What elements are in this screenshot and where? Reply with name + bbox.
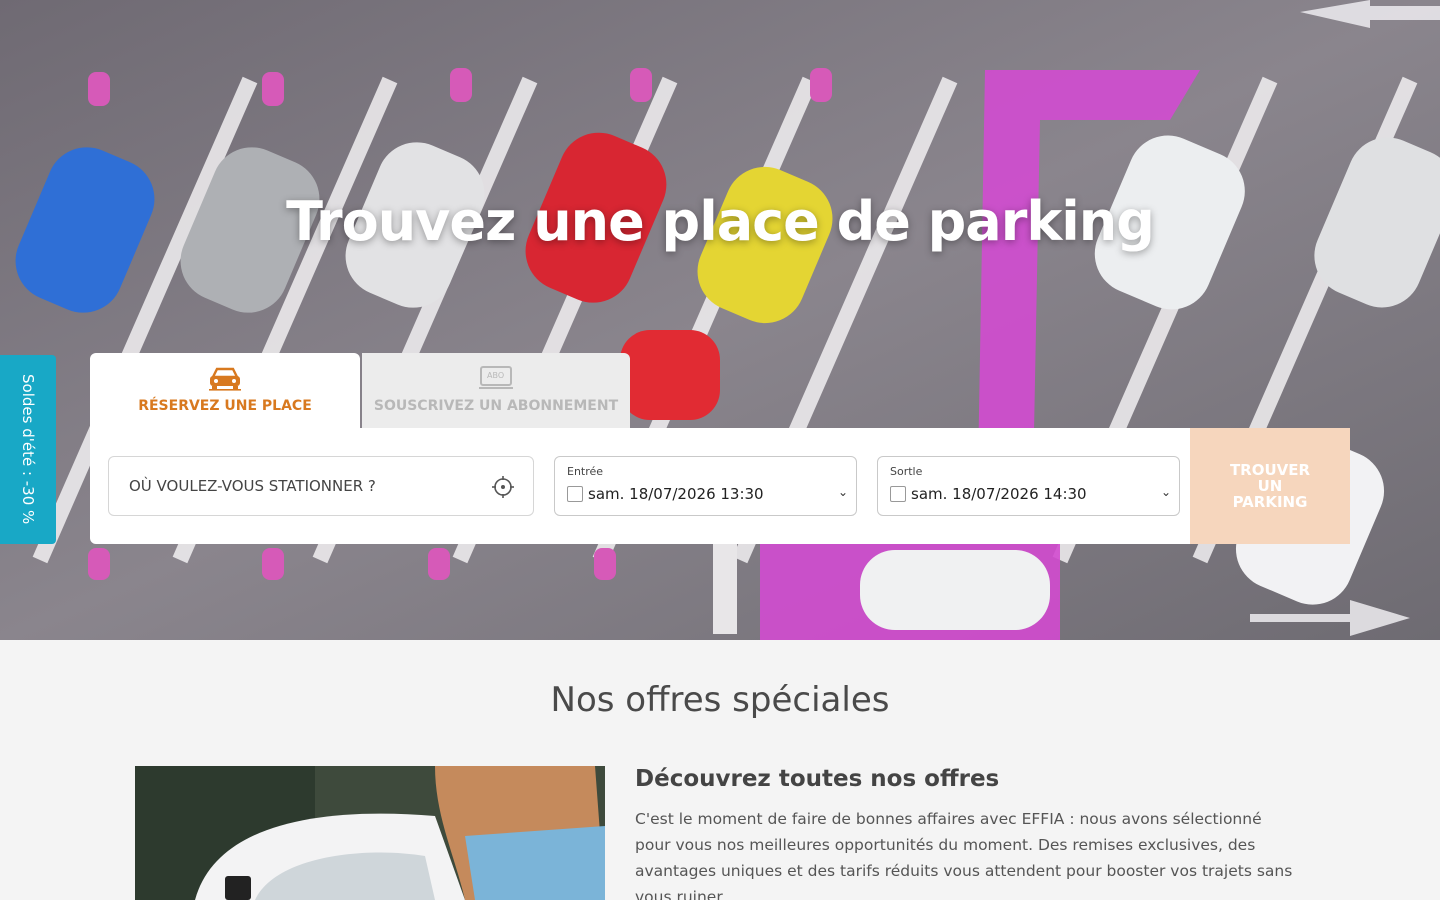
offer-image: [135, 766, 605, 900]
exit-value: sam. 18/07/2026 14:30: [911, 485, 1087, 503]
car-icon: [207, 365, 243, 395]
location-search-input[interactable]: OÙ VOULEZ-VOUS STATIONNER ?: [108, 456, 534, 516]
offer-heading: Découvrez toutes nos offres: [635, 766, 1000, 792]
abo-card-icon: ABO: [479, 365, 513, 395]
chevron-down-icon: ⌄: [1160, 485, 1171, 499]
promo-side-tab[interactable]: Soldes d'été : -30 %: [0, 355, 56, 544]
calendar-icon: [567, 486, 583, 502]
entry-value: sam. 18/07/2026 13:30: [588, 485, 764, 503]
hero-banner: Trouvez une place de parking: [0, 0, 1440, 640]
entry-datetime-select[interactable]: Entrée sam. 18/07/2026 13:30 ⌄: [554, 456, 857, 516]
tab-subscribe[interactable]: ABO SOUSCRIVEZ UN ABONNEMENT: [362, 353, 630, 428]
location-search-placeholder: OÙ VOULEZ-VOUS STATIONNER ?: [129, 477, 376, 495]
svg-text:ABO: ABO: [487, 371, 504, 380]
tab-reserve-place[interactable]: RÉSERVEZ UNE PLACE: [90, 353, 360, 428]
entry-label: Entrée: [567, 465, 604, 478]
offer-description: C'est le moment de faire de bonnes affai…: [635, 810, 1293, 900]
hero-title: Trouvez une place de parking: [286, 190, 1155, 253]
locate-icon[interactable]: [491, 475, 515, 503]
tab-reserve-place-label: RÉSERVEZ UNE PLACE: [138, 398, 312, 414]
exit-label: Sortle: [890, 465, 923, 478]
parking-lot-photo: [0, 0, 1440, 640]
find-parking-button[interactable]: TROUVER UN PARKING: [1190, 428, 1350, 544]
exit-datetime-select[interactable]: Sortle sam. 18/07/2026 14:30 ⌄: [877, 456, 1180, 516]
tab-subscribe-label: SOUSCRIVEZ UN ABONNEMENT: [373, 398, 619, 414]
chevron-down-icon: ⌄: [837, 485, 848, 499]
calendar-icon: [890, 486, 906, 502]
offers-section-title: Nos offres spéciales: [550, 680, 890, 720]
promo-side-tab-label: Soldes d'été : -30 %: [19, 374, 37, 525]
